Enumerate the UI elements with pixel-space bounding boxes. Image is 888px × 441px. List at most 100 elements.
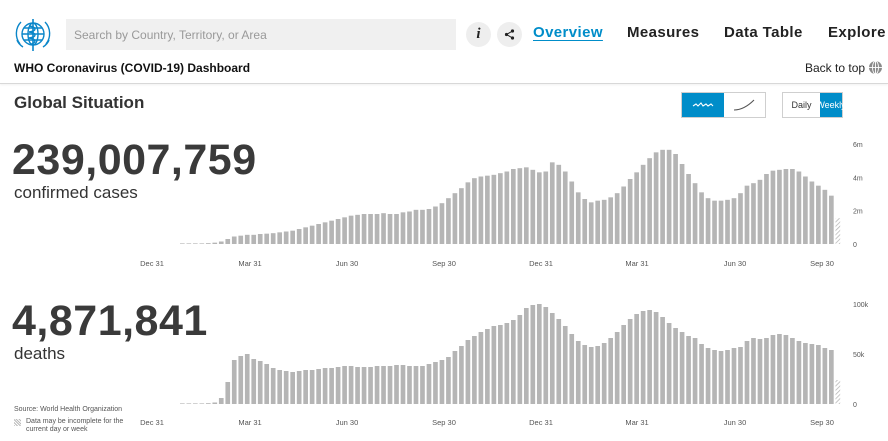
- deaths-bar[interactable]: [673, 328, 678, 404]
- cases-bar[interactable]: [523, 167, 529, 244]
- cases-bar[interactable]: [699, 192, 704, 244]
- deaths-bar[interactable]: [348, 366, 354, 404]
- cases-bar[interactable]: [225, 239, 231, 244]
- deaths-bar[interactable]: [355, 367, 360, 404]
- cases-bar[interactable]: [199, 243, 205, 244]
- deaths-bar[interactable]: [459, 346, 464, 404]
- deaths-bar[interactable]: [770, 335, 776, 404]
- deaths-bar[interactable]: [562, 326, 568, 404]
- cases-bar[interactable]: [517, 168, 523, 244]
- cases-bar[interactable]: [270, 233, 276, 244]
- cases-bar[interactable]: [718, 200, 724, 244]
- cases-bar[interactable]: [264, 233, 270, 244]
- cases-bar[interactable]: [556, 164, 562, 244]
- deaths-bar[interactable]: [433, 362, 438, 404]
- cumulative-view-button[interactable]: [724, 93, 766, 117]
- deaths-bar[interactable]: [744, 341, 750, 404]
- cases-bar[interactable]: [433, 206, 438, 245]
- cases-bar[interactable]: [368, 214, 373, 244]
- cases-bar[interactable]: [725, 199, 730, 244]
- deaths-bar[interactable]: [595, 346, 601, 404]
- deaths-bar[interactable]: [666, 323, 672, 404]
- deaths-bar[interactable]: [640, 311, 646, 404]
- cases-bar[interactable]: [498, 173, 503, 244]
- cases-bar[interactable]: [439, 203, 445, 244]
- cases-bar[interactable]: [192, 243, 198, 244]
- deaths-bar[interactable]: [575, 341, 581, 404]
- cases-bar[interactable]: [290, 230, 295, 244]
- cases-bar[interactable]: [407, 211, 412, 245]
- deaths-bar[interactable]: [309, 370, 315, 404]
- deaths-bar[interactable]: [816, 345, 821, 404]
- cases-bar[interactable]: [283, 231, 289, 245]
- deaths-bar[interactable]: [257, 361, 263, 404]
- deaths-bar[interactable]: [627, 319, 633, 404]
- cases-bar[interactable]: [465, 182, 471, 244]
- cases-bar[interactable]: [543, 171, 549, 245]
- cases-bar[interactable]: [504, 171, 510, 245]
- deaths-bar[interactable]: [361, 367, 367, 404]
- deaths-bar[interactable]: [225, 382, 231, 404]
- deaths-bar[interactable]: [322, 368, 328, 404]
- cases-bar[interactable]: [588, 202, 594, 244]
- cases-bar[interactable]: [478, 176, 484, 245]
- cases-bar[interactable]: [705, 198, 711, 244]
- deaths-bar[interactable]: [218, 398, 224, 404]
- deaths-bar[interactable]: [264, 364, 270, 404]
- deaths-bar[interactable]: [478, 332, 484, 404]
- cases-bar[interactable]: [751, 183, 756, 244]
- cases-bar[interactable]: [790, 169, 795, 244]
- deaths-bar[interactable]: [439, 360, 445, 404]
- deaths-bar[interactable]: [504, 323, 510, 404]
- deaths-bar[interactable]: [296, 371, 302, 404]
- deaths-bar[interactable]: [660, 317, 665, 404]
- cases-bar[interactable]: [601, 199, 607, 244]
- nav-data-table[interactable]: Data Table: [724, 24, 803, 41]
- deaths-bar[interactable]: [686, 336, 691, 404]
- deaths-bar[interactable]: [569, 334, 575, 404]
- deaths-bar[interactable]: [446, 357, 451, 404]
- deaths-bar[interactable]: [387, 366, 393, 404]
- cases-bar[interactable]: [530, 169, 536, 244]
- deaths-bar[interactable]: [452, 351, 458, 404]
- deaths-bar[interactable]: [420, 366, 425, 404]
- deaths-bar[interactable]: [498, 325, 503, 404]
- deaths-bar[interactable]: [731, 348, 737, 404]
- deaths-bar[interactable]: [751, 338, 756, 404]
- deaths-bar[interactable]: [335, 367, 341, 404]
- cases-bar[interactable]: [459, 188, 464, 244]
- deaths-bar[interactable]: [238, 356, 244, 404]
- deaths-bar[interactable]: [757, 339, 763, 404]
- cases-bar[interactable]: [218, 241, 224, 245]
- deaths-bar[interactable]: [374, 366, 380, 404]
- deaths-bar[interactable]: [212, 402, 218, 405]
- cases-bar[interactable]: [562, 171, 568, 245]
- deaths-bar[interactable]: [790, 338, 795, 404]
- deaths-bar[interactable]: [822, 348, 828, 404]
- deaths-bar[interactable]: [485, 329, 490, 404]
- deaths-bar[interactable]: [199, 403, 205, 404]
- cases-bar[interactable]: [809, 181, 815, 245]
- cases-bar[interactable]: [816, 185, 821, 244]
- cases-bar[interactable]: [374, 214, 380, 244]
- cases-bar[interactable]: [335, 219, 341, 244]
- cases-bar[interactable]: [569, 181, 575, 245]
- deaths-bar[interactable]: [180, 403, 185, 404]
- search-input[interactable]: [66, 19, 456, 50]
- cases-bar[interactable]: [640, 164, 646, 244]
- deaths-bar[interactable]: [329, 368, 334, 404]
- cases-bar[interactable]: [257, 234, 263, 244]
- cases-bar[interactable]: [309, 225, 315, 244]
- cases-bar[interactable]: [322, 222, 328, 244]
- who-logo-icon[interactable]: [12, 14, 54, 54]
- deaths-bar[interactable]: [407, 366, 412, 404]
- deaths-bar[interactable]: [517, 315, 523, 404]
- cases-bar[interactable]: [348, 215, 354, 244]
- deaths-bar[interactable]: [491, 326, 497, 404]
- cases-bar[interactable]: [452, 193, 458, 244]
- cases-bar[interactable]: [686, 174, 691, 244]
- weekly-button[interactable]: Weekly: [816, 93, 846, 117]
- deaths-bar[interactable]: [679, 332, 685, 404]
- cases-bar[interactable]: [355, 214, 360, 244]
- cases-bar[interactable]: [829, 195, 834, 244]
